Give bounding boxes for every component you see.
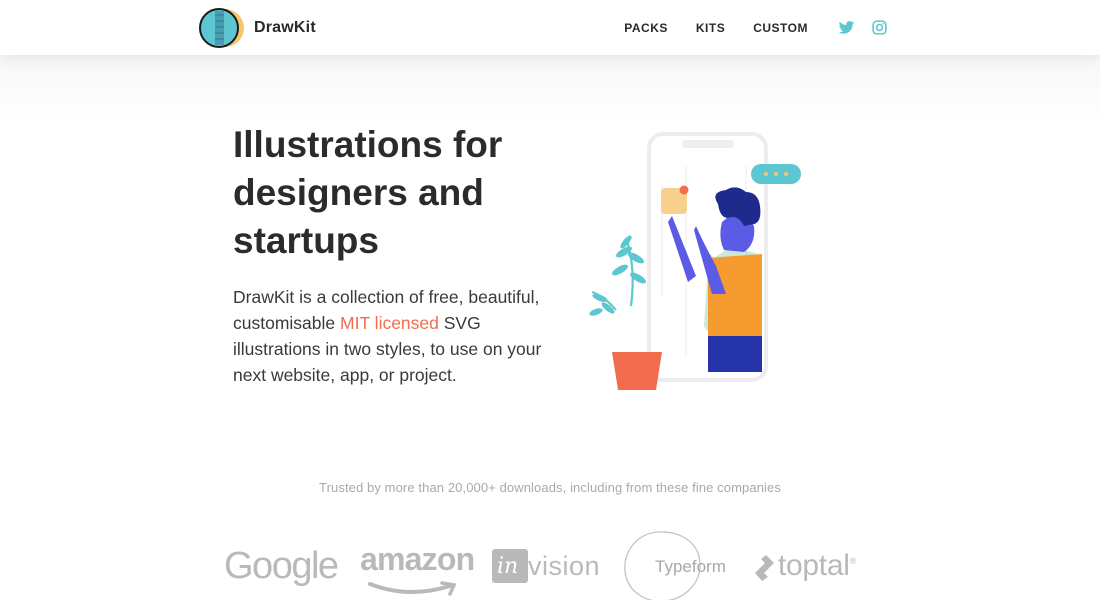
hero-description: DrawKit is a collection of free, beautif… xyxy=(233,284,553,388)
hero-illustration xyxy=(589,132,801,390)
amazon-logo: amazon xyxy=(360,541,475,577)
registered-mark-icon: ® xyxy=(849,556,857,566)
social-links xyxy=(838,19,888,36)
mit-license-link[interactable]: MIT licensed xyxy=(340,313,439,333)
toptal-mark-icon xyxy=(755,555,774,581)
google-logo: Google xyxy=(224,545,339,587)
site-header: DrawKit PACKS KITS CUSTOM xyxy=(0,0,1100,55)
amazon-smile-icon xyxy=(368,581,457,596)
header-shadow-band xyxy=(0,55,1100,125)
invision-logo-text: vision xyxy=(528,551,601,581)
instagram-icon[interactable] xyxy=(871,19,888,36)
main-nav: PACKS KITS CUSTOM xyxy=(624,0,888,55)
trusted-text: Trusted by more than 20,000+ downloads, … xyxy=(319,480,781,495)
nav-custom[interactable]: CUSTOM xyxy=(753,21,808,35)
twitter-icon[interactable] xyxy=(838,19,855,36)
drawkit-logo-icon xyxy=(199,8,244,48)
logo-text: DrawKit xyxy=(254,19,316,36)
toptal-logo-text: toptal xyxy=(778,549,850,582)
logo-link[interactable]: DrawKit xyxy=(198,7,316,49)
company-logos: Google amazon in vision Typeform toptal® xyxy=(0,525,1100,600)
nav-packs[interactable]: PACKS xyxy=(624,21,668,35)
toptal-logo: toptal® xyxy=(778,549,856,583)
hero-title: Illustrations for designers and startups xyxy=(233,124,503,261)
invision-logo-in: in xyxy=(497,554,519,579)
typeform-logo: Typeform xyxy=(655,557,726,576)
nav-kits[interactable]: KITS xyxy=(696,21,725,35)
